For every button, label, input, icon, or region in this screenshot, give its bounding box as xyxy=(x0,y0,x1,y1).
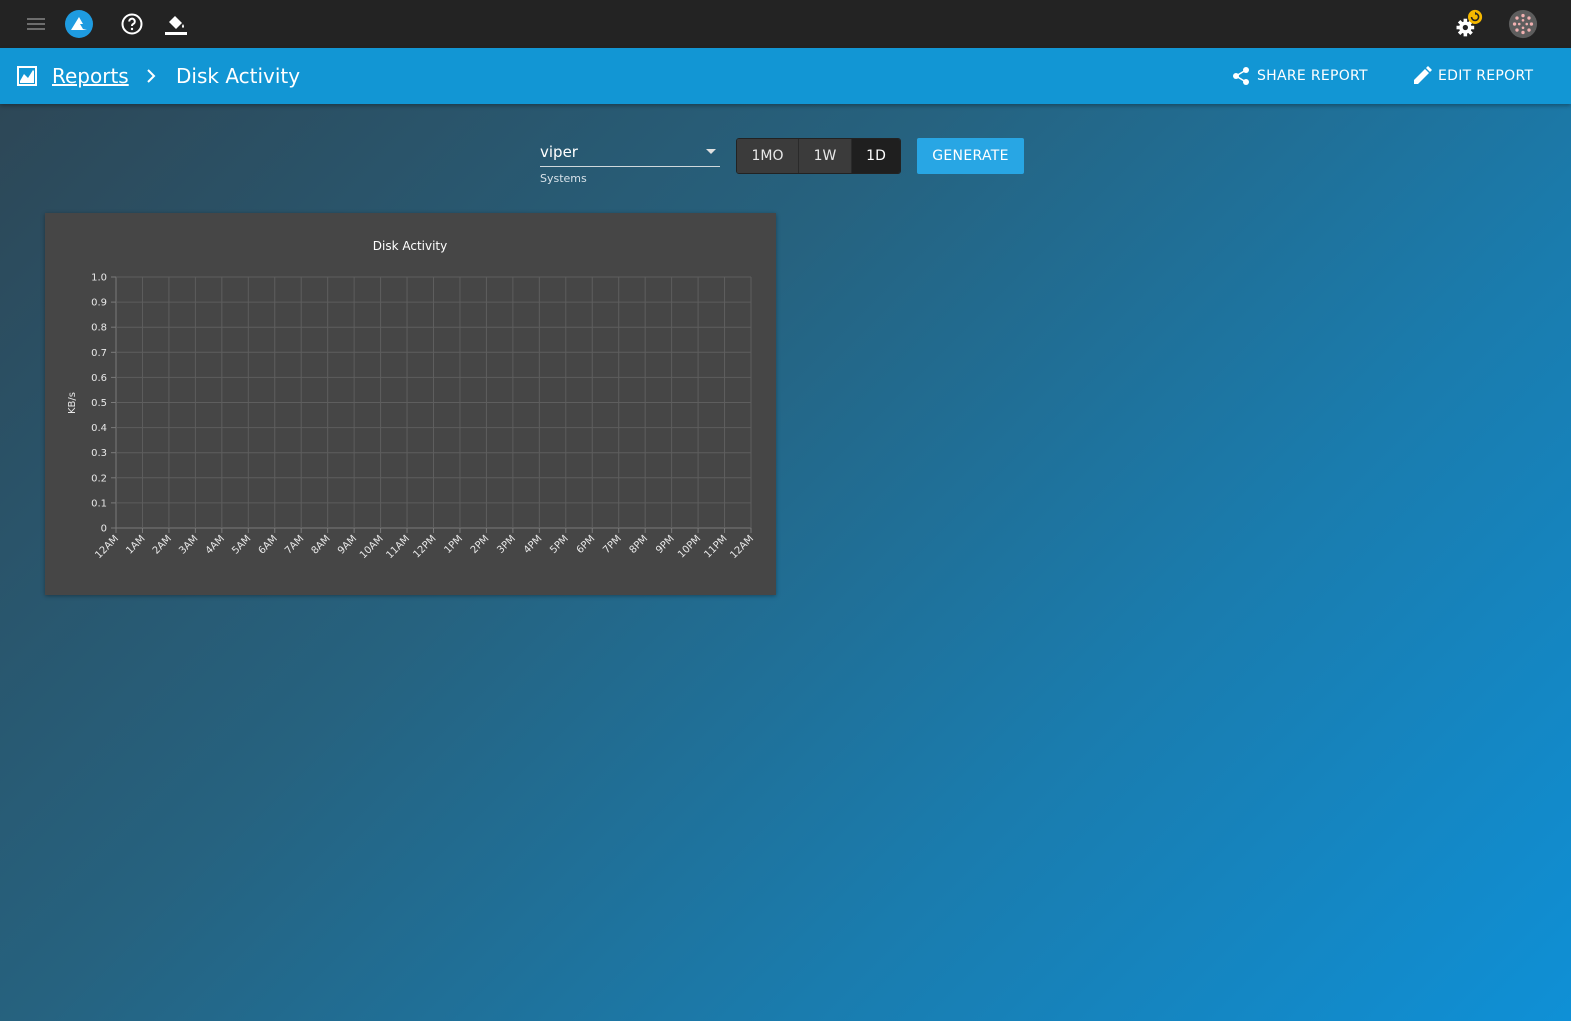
systems-select-box[interactable]: viper xyxy=(540,140,720,167)
x-tick-label: 3AM xyxy=(177,533,200,556)
range-toggle-group: 1MO 1W 1D xyxy=(736,138,901,174)
edit-report-label: EDIT REPORT xyxy=(1438,68,1534,84)
x-tick-label: 10PM xyxy=(676,533,703,560)
x-tick-label: 6PM xyxy=(575,533,598,556)
menu-icon[interactable] xyxy=(21,9,51,39)
x-tick-label: 2PM xyxy=(469,533,492,556)
x-tick-label: 2AM xyxy=(151,533,174,556)
avatar-icon[interactable] xyxy=(1508,9,1538,39)
x-tick-label: 3PM xyxy=(495,533,518,556)
y-tick-label: 0.3 xyxy=(91,448,107,459)
x-tick-label: 11PM xyxy=(703,533,730,560)
x-tick-label: 8PM xyxy=(628,533,651,556)
x-tick-label: 1PM xyxy=(442,533,465,556)
x-tick-label: 6AM xyxy=(257,533,280,556)
x-tick-label: 12AM xyxy=(728,533,756,561)
y-tick-label: 0.5 xyxy=(91,398,107,409)
y-tick-label: 0.8 xyxy=(91,323,107,334)
x-tick-label: 5PM xyxy=(548,533,571,556)
x-tick-label: 12PM xyxy=(411,533,438,560)
systems-select-value: viper xyxy=(540,143,578,161)
range-1mo-button[interactable]: 1MO xyxy=(737,139,799,173)
x-tick-label: 4PM xyxy=(522,533,545,556)
y-tick-label: 1.0 xyxy=(91,273,107,284)
edit-report-button[interactable]: EDIT REPORT xyxy=(1412,60,1533,92)
breadcrumb-reports-link[interactable]: Reports xyxy=(52,62,129,90)
share-report-button[interactable]: SHARE REPORT xyxy=(1231,60,1368,92)
disk-activity-chart: Disk Activity KB/s 0 0.1 0.2 0.3 0.4 0.5 0.6 0.… xyxy=(67,239,756,561)
range-1d-button[interactable]: 1D xyxy=(852,139,900,173)
page-title: Disk Activity xyxy=(176,64,301,88)
systems-select-label: Systems xyxy=(540,172,587,185)
y-axis-label: KB/s xyxy=(67,392,78,414)
app-logo-icon[interactable] xyxy=(64,9,94,39)
chevron-right-icon xyxy=(147,69,156,83)
top-bar xyxy=(0,0,1571,48)
systems-select[interactable]: viper Systems xyxy=(540,140,720,185)
y-tick-label: 0.1 xyxy=(91,498,107,509)
x-tick-label: 11AM xyxy=(384,533,412,561)
share-icon xyxy=(1233,67,1249,85)
y-tick-label: 0.7 xyxy=(91,348,107,359)
x-tick-label: 4AM xyxy=(204,533,227,556)
generate-button[interactable]: GENERATE xyxy=(917,138,1024,174)
header-bar: Reports Disk Activity SHARE REPORT EDIT … xyxy=(0,48,1571,104)
x-tick-label: 10AM xyxy=(358,533,386,561)
dropdown-arrow-icon xyxy=(706,149,716,154)
share-report-label: SHARE REPORT xyxy=(1257,68,1368,84)
y-tick-label: 0.6 xyxy=(91,373,107,384)
reports-icon xyxy=(17,66,37,86)
x-tick-label: 7PM xyxy=(601,533,624,556)
y-tick-label: 0.4 xyxy=(91,423,107,434)
x-tick-label: 9PM xyxy=(654,533,677,556)
x-tick-label: 12AM xyxy=(93,533,121,561)
settings-update-icon[interactable] xyxy=(1453,9,1483,39)
y-tick-label: 0.9 xyxy=(91,298,107,309)
x-tick-label: 9AM xyxy=(336,533,359,556)
paint-bucket-icon[interactable] xyxy=(161,9,191,39)
x-tick-label: 5AM xyxy=(230,533,253,556)
y-tick-label: 0 xyxy=(101,524,107,535)
range-1w-button[interactable]: 1W xyxy=(799,139,852,173)
x-tick-label: 1AM xyxy=(124,533,147,556)
x-tick-label: 8AM xyxy=(310,533,333,556)
x-tick-label: 7AM xyxy=(283,533,306,556)
y-tick-label: 0.2 xyxy=(91,473,107,484)
disk-activity-chart-card: Disk Activity KB/s 0 0.1 0.2 0.3 0.4 0.5 0.6 0.… xyxy=(45,213,776,595)
chart-title: Disk Activity xyxy=(373,239,447,253)
pencil-icon xyxy=(1414,66,1432,84)
help-icon[interactable] xyxy=(117,9,147,39)
